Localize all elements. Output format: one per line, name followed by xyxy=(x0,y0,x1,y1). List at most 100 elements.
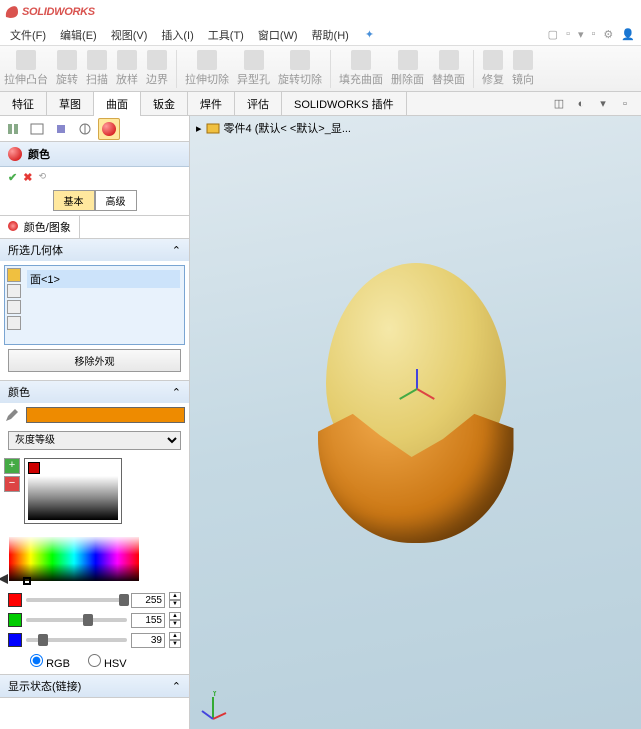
adv-mode-tab[interactable]: 高级 xyxy=(95,190,137,211)
tab-sketch[interactable]: 草图 xyxy=(47,92,94,116)
rib-sweep[interactable]: 扫描 xyxy=(86,50,108,87)
config-tab-icon[interactable] xyxy=(26,118,48,140)
tab-addins[interactable]: SOLIDWORKS 插件 xyxy=(282,92,407,116)
filter-feature-icon[interactable] xyxy=(7,284,21,298)
hue-saturation-picker[interactable] xyxy=(9,537,139,581)
menu-insert[interactable]: 插入(I) xyxy=(155,25,199,45)
hsv-radio[interactable]: HSV xyxy=(88,654,127,670)
confirm-bar: ✔ ✖ ⟲ xyxy=(0,167,189,188)
rib-heal[interactable]: 修复 xyxy=(482,50,504,87)
view-section-icon[interactable]: ▫ xyxy=(617,96,633,112)
view-cube-icon[interactable]: ◫ xyxy=(551,96,567,112)
pushpin-icon[interactable]: ⟲ xyxy=(38,171,46,184)
qa-print-icon[interactable]: ▫ xyxy=(590,28,598,41)
rib-revolvecut[interactable]: 旋转切除 xyxy=(278,50,322,87)
sect-geometry-head[interactable]: 所选几何体⌃ xyxy=(0,239,189,261)
rib-mirror[interactable]: 镜向 xyxy=(512,50,534,87)
rib-replace[interactable]: 替换面 xyxy=(432,50,465,87)
red-value-input[interactable] xyxy=(131,593,165,608)
basic-mode-tab[interactable]: 基本 xyxy=(53,190,95,211)
main-area: 颜色 ✔ ✖ ⟲ 基本 高级 颜色/图象 所选几何体⌃ xyxy=(0,116,641,729)
tab-sheetmetal[interactable]: 钣金 xyxy=(141,92,188,116)
blue-spinner[interactable]: ▲▼ xyxy=(169,632,181,648)
current-color-swatch[interactable] xyxy=(26,407,185,423)
app-logo: SOLIDWORKS xyxy=(4,4,95,20)
blue-swatch-icon xyxy=(8,633,22,647)
qa-options-icon[interactable]: ⚙ xyxy=(601,28,615,41)
part-icon xyxy=(206,121,220,135)
selection-box[interactable]: 面<1> xyxy=(4,265,185,345)
menu-edit[interactable]: 编辑(E) xyxy=(54,25,103,45)
sect-dispstate-head[interactable]: 显示状态(链接)⌃ xyxy=(0,675,189,697)
tab-features[interactable]: 特征 xyxy=(0,92,47,116)
green-value-input[interactable] xyxy=(131,613,165,628)
sect-color-head[interactable]: 颜色⌃ xyxy=(0,381,189,403)
blue-slider[interactable] xyxy=(26,638,127,642)
green-slider[interactable] xyxy=(26,618,127,622)
filter-face-icon[interactable] xyxy=(7,268,21,282)
model-egg[interactable] xyxy=(326,263,506,483)
view-display-icon[interactable]: ◐ xyxy=(573,96,589,112)
rib-cut[interactable]: 拉伸切除 xyxy=(185,50,229,87)
tab-weldments[interactable]: 焊件 xyxy=(188,92,235,116)
red-spinner[interactable]: ▲▼ xyxy=(169,592,181,608)
tab-surface[interactable]: 曲面 xyxy=(94,92,141,117)
view-scene-icon[interactable]: ▾ xyxy=(595,96,611,112)
del-swatch-icon[interactable]: − xyxy=(4,476,20,492)
grayscale-gradient[interactable] xyxy=(28,476,118,520)
tree-tab-icon[interactable] xyxy=(2,118,24,140)
grayscale-palette[interactable] xyxy=(24,458,122,524)
selection-list[interactable]: 面<1> xyxy=(25,268,182,342)
view-triad-icon[interactable]: Y xyxy=(198,691,228,721)
qa-new-icon[interactable]: ▢ xyxy=(546,28,560,41)
rib-deleteface[interactable]: 删除面 xyxy=(391,50,424,87)
menu-file[interactable]: 文件(F) xyxy=(4,25,52,45)
rib-revolve[interactable]: 旋转 xyxy=(56,50,78,87)
eyedropper-icon[interactable] xyxy=(4,407,20,423)
blue-value-input[interactable] xyxy=(131,633,165,648)
tab-evaluate[interactable]: 评估 xyxy=(235,92,282,116)
menu-bar: 文件(F) 编辑(E) 视图(V) 插入(I) 工具(T) 窗口(W) 帮助(H… xyxy=(0,24,641,46)
swatch-red[interactable] xyxy=(28,462,40,474)
qa-user-icon[interactable]: 👤 xyxy=(619,28,637,41)
filter-body-icon[interactable] xyxy=(7,300,21,314)
appearance-tab-icon[interactable] xyxy=(98,118,120,140)
rib-extrude[interactable]: 拉伸凸台 xyxy=(4,50,48,87)
qa-save-icon[interactable]: ▾ xyxy=(576,28,586,41)
rib-fill[interactable]: 填充曲面 xyxy=(339,50,383,87)
pin-icon[interactable]: ✦ xyxy=(365,28,374,41)
filter-part-icon[interactable] xyxy=(7,316,21,330)
rgb-radio[interactable]: RGB xyxy=(30,654,70,670)
qa-open-icon[interactable]: ▫ xyxy=(564,28,572,41)
green-spinner[interactable]: ▲▼ xyxy=(169,612,181,628)
panel-header: 颜色 xyxy=(0,142,189,167)
rib-hole[interactable]: 异型孔 xyxy=(237,50,270,87)
rib-boundary[interactable]: 边界 xyxy=(146,50,168,87)
section-geometry: 所选几何体⌃ 面<1> 移除外观 xyxy=(0,239,189,381)
breadcrumb[interactable]: ▸ 零件4 (默认< <默认>_显... xyxy=(196,120,351,136)
remove-appearance-button[interactable]: 移除外观 xyxy=(8,349,181,372)
ok-icon[interactable]: ✔ xyxy=(8,171,17,184)
red-slider[interactable] xyxy=(26,598,127,602)
ds-logo-icon xyxy=(4,4,20,20)
section-display-state: 显示状态(链接)⌃ xyxy=(0,675,189,698)
dim-tab-icon[interactable] xyxy=(74,118,96,140)
menu-help[interactable]: 帮助(H) xyxy=(306,25,355,45)
command-tabs: 特征 草图 曲面 钣金 焊件 评估 SOLIDWORKS 插件 ◫ ◐ ▾ ▫ xyxy=(0,92,641,116)
add-swatch-icon[interactable]: + xyxy=(4,458,20,474)
palette-dropdown[interactable]: 灰度等级 xyxy=(8,431,181,450)
title-bar: SOLIDWORKS xyxy=(0,0,641,24)
display-tab-icon[interactable] xyxy=(50,118,72,140)
section-color: 颜色⌃ 灰度等级 + − xyxy=(0,381,189,675)
menu-tools[interactable]: 工具(T) xyxy=(202,25,250,45)
menu-view[interactable]: 视图(V) xyxy=(105,25,154,45)
menu-window[interactable]: 窗口(W) xyxy=(252,25,304,45)
collapse-icon: ⌃ xyxy=(172,680,181,693)
expand-icon[interactable]: ▸ xyxy=(196,122,202,135)
cancel-icon[interactable]: ✖ xyxy=(23,171,32,184)
3d-viewport[interactable]: ▸ 零件4 (默认< <默认>_显... Y xyxy=(190,116,641,729)
color-cursor[interactable] xyxy=(23,577,31,585)
selection-item[interactable]: 面<1> xyxy=(27,270,180,288)
rib-loft[interactable]: 放样 xyxy=(116,50,138,87)
subtab-color[interactable]: 颜色/图象 xyxy=(0,216,80,238)
